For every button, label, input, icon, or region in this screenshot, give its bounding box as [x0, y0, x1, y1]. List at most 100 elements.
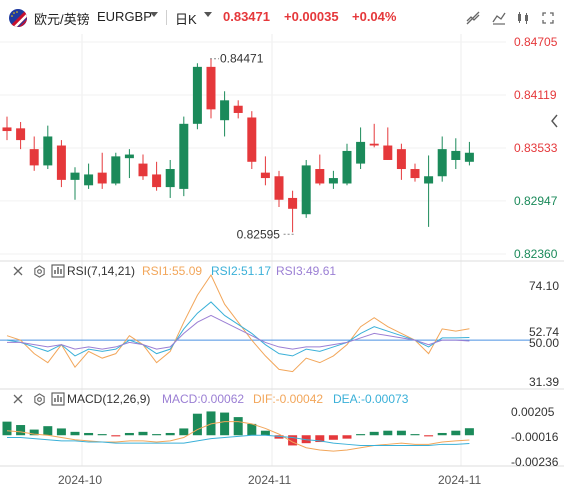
- candle-body: [111, 156, 121, 184]
- macd-bar: [233, 417, 243, 436]
- indicator-icon: [51, 392, 65, 406]
- period-selector[interactable]: 日K: [175, 9, 197, 28]
- dea-legend: DEA:-0.00073: [333, 392, 409, 406]
- macd-bar: [410, 434, 420, 436]
- candle-body: [152, 174, 162, 188]
- gear-icon[interactable]: [33, 265, 46, 278]
- low-price-label: 0.82595: [237, 227, 281, 241]
- fullscreen-button[interactable]: [537, 7, 559, 29]
- macd-bar: [260, 430, 270, 436]
- draw-line-button[interactable]: [462, 7, 484, 29]
- indicator-settings-icon: [492, 12, 506, 25]
- price-tick-label: 0.84705: [514, 35, 558, 49]
- symbol-code[interactable]: EURGBP: [97, 9, 152, 24]
- price-change-pct: +0.04%: [352, 9, 397, 24]
- macd-legend: MACD:0.00062: [162, 392, 245, 406]
- candle-body: [206, 66, 216, 110]
- pair-name[interactable]: 欧元/英镑: [34, 9, 90, 28]
- macd-bar: [383, 430, 393, 436]
- macd-bar: [342, 435, 352, 439]
- macd-bar: [56, 428, 66, 436]
- macd-bar: [451, 430, 461, 436]
- macd-bar: [247, 423, 257, 436]
- candle-body: [383, 145, 393, 160]
- macd-panel-header: MACD(12,26,9) MACD:0.00062 DIF:-0.00042 …: [0, 391, 460, 409]
- macd-bar: [437, 432, 447, 436]
- divider: [166, 10, 167, 25]
- candle-body: [124, 154, 134, 159]
- symbol-header: 欧元/英镑 EURGBP 日K 0.83471 +0.00035 +0.04%: [0, 0, 564, 34]
- candle-body: [396, 149, 406, 170]
- dif-legend: DIF:-0.00042: [253, 392, 324, 406]
- macd-bar: [179, 428, 189, 436]
- candle-body: [328, 178, 338, 184]
- macd-tick-label: -0.00236: [511, 455, 559, 469]
- macd-bar: [464, 428, 474, 436]
- candle-body: [192, 66, 202, 124]
- close-icon[interactable]: [12, 265, 24, 277]
- price-tick-label: 0.82947: [514, 194, 558, 208]
- candle-body: [301, 165, 311, 215]
- rsi-tick-label: 50.00: [529, 336, 559, 350]
- candle-body: [437, 149, 447, 177]
- rsi1-legend: RSI1:55.09: [142, 264, 203, 278]
- candle-body: [424, 176, 434, 184]
- chevron-down-icon[interactable]: [150, 12, 158, 17]
- rsi-tick-label: 31.39: [529, 375, 559, 389]
- price-tick-label: 0.84119: [514, 88, 557, 102]
- candle-body: [16, 128, 26, 141]
- macd-bar: [138, 431, 148, 436]
- candle-body: [260, 172, 270, 179]
- macd-bar: [111, 435, 121, 437]
- macd-bar: [424, 435, 434, 437]
- candle-body: [315, 169, 325, 184]
- macd-bar: [220, 412, 230, 436]
- close-icon[interactable]: [12, 393, 24, 405]
- macd-tick-label: -0.00016: [511, 430, 559, 444]
- candle-body: [274, 176, 284, 200]
- candle-body: [179, 123, 189, 189]
- macd-bar: [165, 432, 175, 436]
- high-price-label: 0.84471: [220, 52, 264, 66]
- candle-body: [138, 163, 148, 177]
- eu-uk-flag-icon: [9, 9, 27, 27]
- candle-body: [56, 145, 66, 180]
- rsi-title: RSI(7,14,21): [67, 264, 136, 278]
- candle-type-icon: [518, 12, 528, 24]
- candle-body: [233, 105, 243, 113]
- price-tick-label: 0.82360: [514, 247, 558, 261]
- gear-icon[interactable]: [33, 393, 46, 406]
- indicator-icon: [51, 264, 65, 278]
- rsi3-legend: RSI3:49.61: [276, 264, 337, 278]
- price-change: +0.00035: [284, 9, 339, 24]
- indicator-settings-button[interactable]: [488, 7, 510, 29]
- candle-body: [369, 143, 379, 146]
- x-axis-label: 2024-10: [58, 473, 102, 487]
- draw-line-icon: [466, 11, 480, 25]
- fullscreen-icon: [542, 12, 554, 24]
- candle-type-button[interactable]: [512, 7, 534, 29]
- chevron-down-icon[interactable]: [204, 12, 212, 17]
- candle-body: [247, 117, 257, 162]
- macd-bar: [192, 413, 202, 436]
- collapse-panel-icon[interactable]: [549, 112, 561, 130]
- candle-body: [342, 150, 352, 184]
- macd-bar: [396, 430, 406, 436]
- candle-body: [165, 169, 175, 188]
- macd-bar: [97, 434, 107, 436]
- macd-tick-label: 0.00205: [511, 405, 555, 419]
- rsi-line-rsi1: [6, 273, 470, 373]
- x-axis-label: 2024-11: [438, 473, 481, 487]
- rsi-panel-header: RSI(7,14,21) RSI1:55.09 RSI2:51.17 RSI3:…: [0, 263, 400, 281]
- candle-body: [288, 197, 298, 209]
- macd-bar: [328, 435, 338, 440]
- candle-body: [356, 141, 366, 164]
- candle-body: [220, 100, 230, 121]
- macd-bar: [124, 432, 134, 436]
- price-tick-label: 0.83533: [514, 141, 558, 155]
- candle-body: [451, 150, 461, 160]
- candle-body: [29, 149, 39, 166]
- macd-bar: [152, 434, 162, 436]
- macd-bar: [43, 426, 53, 436]
- candle-body: [43, 136, 53, 166]
